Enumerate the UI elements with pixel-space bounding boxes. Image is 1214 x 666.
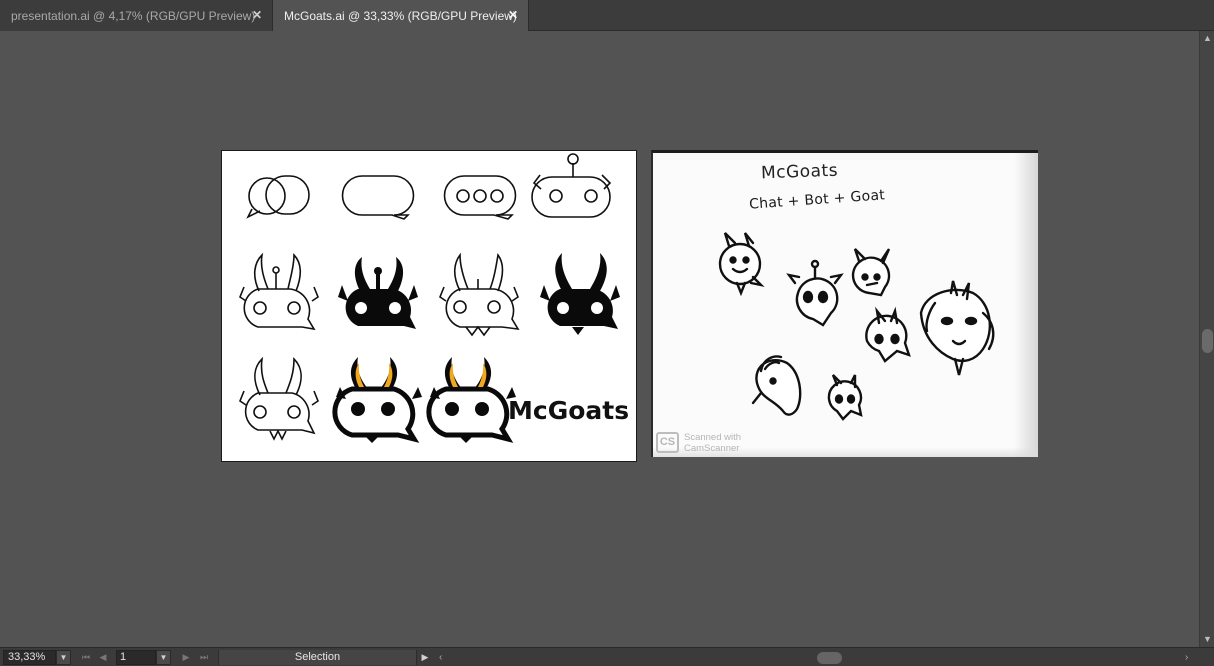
camscanner-logo: CS xyxy=(656,432,679,453)
sketch-goat-smile-icon xyxy=(718,232,765,297)
goat-sketches-graphic xyxy=(718,232,995,421)
chat-bot-icon xyxy=(531,153,612,218)
artboard-number-field[interactable]: 1 xyxy=(116,650,156,665)
close-icon[interactable]: ✕ xyxy=(250,8,264,22)
artboard-scanned-sketch[interactable]: McGoats Chat + Bot + Goat CS Scanned wit… xyxy=(651,150,1038,457)
scroll-down-icon[interactable]: ▼ xyxy=(1202,634,1213,644)
canvas[interactable]: McGoats McGoats Chat + Bot + Goat CS Sca… xyxy=(0,31,1199,647)
last-page-icon[interactable]: ⏭ xyxy=(198,651,210,664)
document-tab-bar: presentation.ai @ 4,17% (RGB/GPU Preview… xyxy=(0,0,1214,31)
chat-bubble-dots-icon xyxy=(443,175,517,220)
chat-bubbles-overlap-icon xyxy=(246,175,310,219)
goat-outline-beard-icon xyxy=(239,356,319,441)
mcgoats-wordmark: McGoats xyxy=(508,396,629,425)
sketch-goat-profile-icon xyxy=(751,355,802,416)
tab-mcgoats[interactable]: McGoats.ai @ 33,33% (RGB/GPU Preview) ✕ xyxy=(273,0,529,31)
sketch-goat-round-icon xyxy=(865,306,911,363)
sketch-goat-antenna-icon xyxy=(786,259,844,327)
goat-bot-outline-icon xyxy=(439,252,520,337)
next-page-icon[interactable]: ▶ xyxy=(180,651,192,664)
chat-bubble-icon xyxy=(341,175,415,220)
sketch-goat-realistic-icon xyxy=(919,280,995,376)
vertical-scrollbar[interactable]: ▲ ▼ xyxy=(1199,31,1214,647)
goat-mascot-logo-icon xyxy=(426,357,516,443)
goat-outline-icon xyxy=(239,252,319,331)
status-bar: 33,33% ▼ ⏮ ◀ 1 ▼ ▶ ⏭ Selection ▶ ‹ › xyxy=(0,647,1214,666)
sketch-goat-small-icon xyxy=(827,374,863,421)
watermark-line-2: CamScanner xyxy=(684,443,740,454)
current-tool-status[interactable]: Selection xyxy=(218,650,417,665)
goat-solid-icon xyxy=(338,257,418,329)
status-menu-arrow-icon[interactable]: ▶ xyxy=(420,651,430,664)
watermark-line-1: Scanned with xyxy=(684,432,742,443)
close-icon[interactable]: ✕ xyxy=(506,8,520,22)
illustrator-window: presentation.ai @ 4,17% (RGB/GPU Preview… xyxy=(0,0,1214,666)
artboard-logo-sheet[interactable]: McGoats xyxy=(221,150,637,462)
goat-mascot-gold-horns-icon xyxy=(332,357,422,443)
scroll-up-icon[interactable]: ▲ xyxy=(1202,33,1213,43)
horizontal-scrollbar[interactable]: ‹ › xyxy=(437,650,1197,665)
sketch-goat-horns-icon xyxy=(851,248,891,297)
tab-presentation[interactable]: presentation.ai @ 4,17% (RGB/GPU Preview… xyxy=(0,0,273,31)
tab-label: McGoats.ai @ 33,33% (RGB/GPU Preview) xyxy=(284,8,517,23)
zoom-field[interactable]: 33,33% xyxy=(3,650,56,665)
chevron-down-icon[interactable]: ▼ xyxy=(56,650,71,665)
prev-page-icon[interactable]: ◀ xyxy=(97,651,109,664)
first-page-icon[interactable]: ⏮ xyxy=(80,651,92,664)
tab-label: presentation.ai @ 4,17% (RGB/GPU Preview… xyxy=(11,8,256,23)
horizontal-scroll-thumb[interactable] xyxy=(817,652,842,664)
scroll-left-icon[interactable]: ‹ xyxy=(439,650,449,665)
camscanner-watermark: Scanned with CamScanner xyxy=(684,432,741,454)
chevron-down-icon[interactable]: ▼ xyxy=(156,650,171,665)
vertical-scroll-thumb[interactable] xyxy=(1202,329,1213,353)
logo-iterations-graphic: McGoats xyxy=(239,153,629,443)
goat-solid-horns-icon xyxy=(540,253,620,335)
scroll-right-icon[interactable]: › xyxy=(1185,650,1195,665)
